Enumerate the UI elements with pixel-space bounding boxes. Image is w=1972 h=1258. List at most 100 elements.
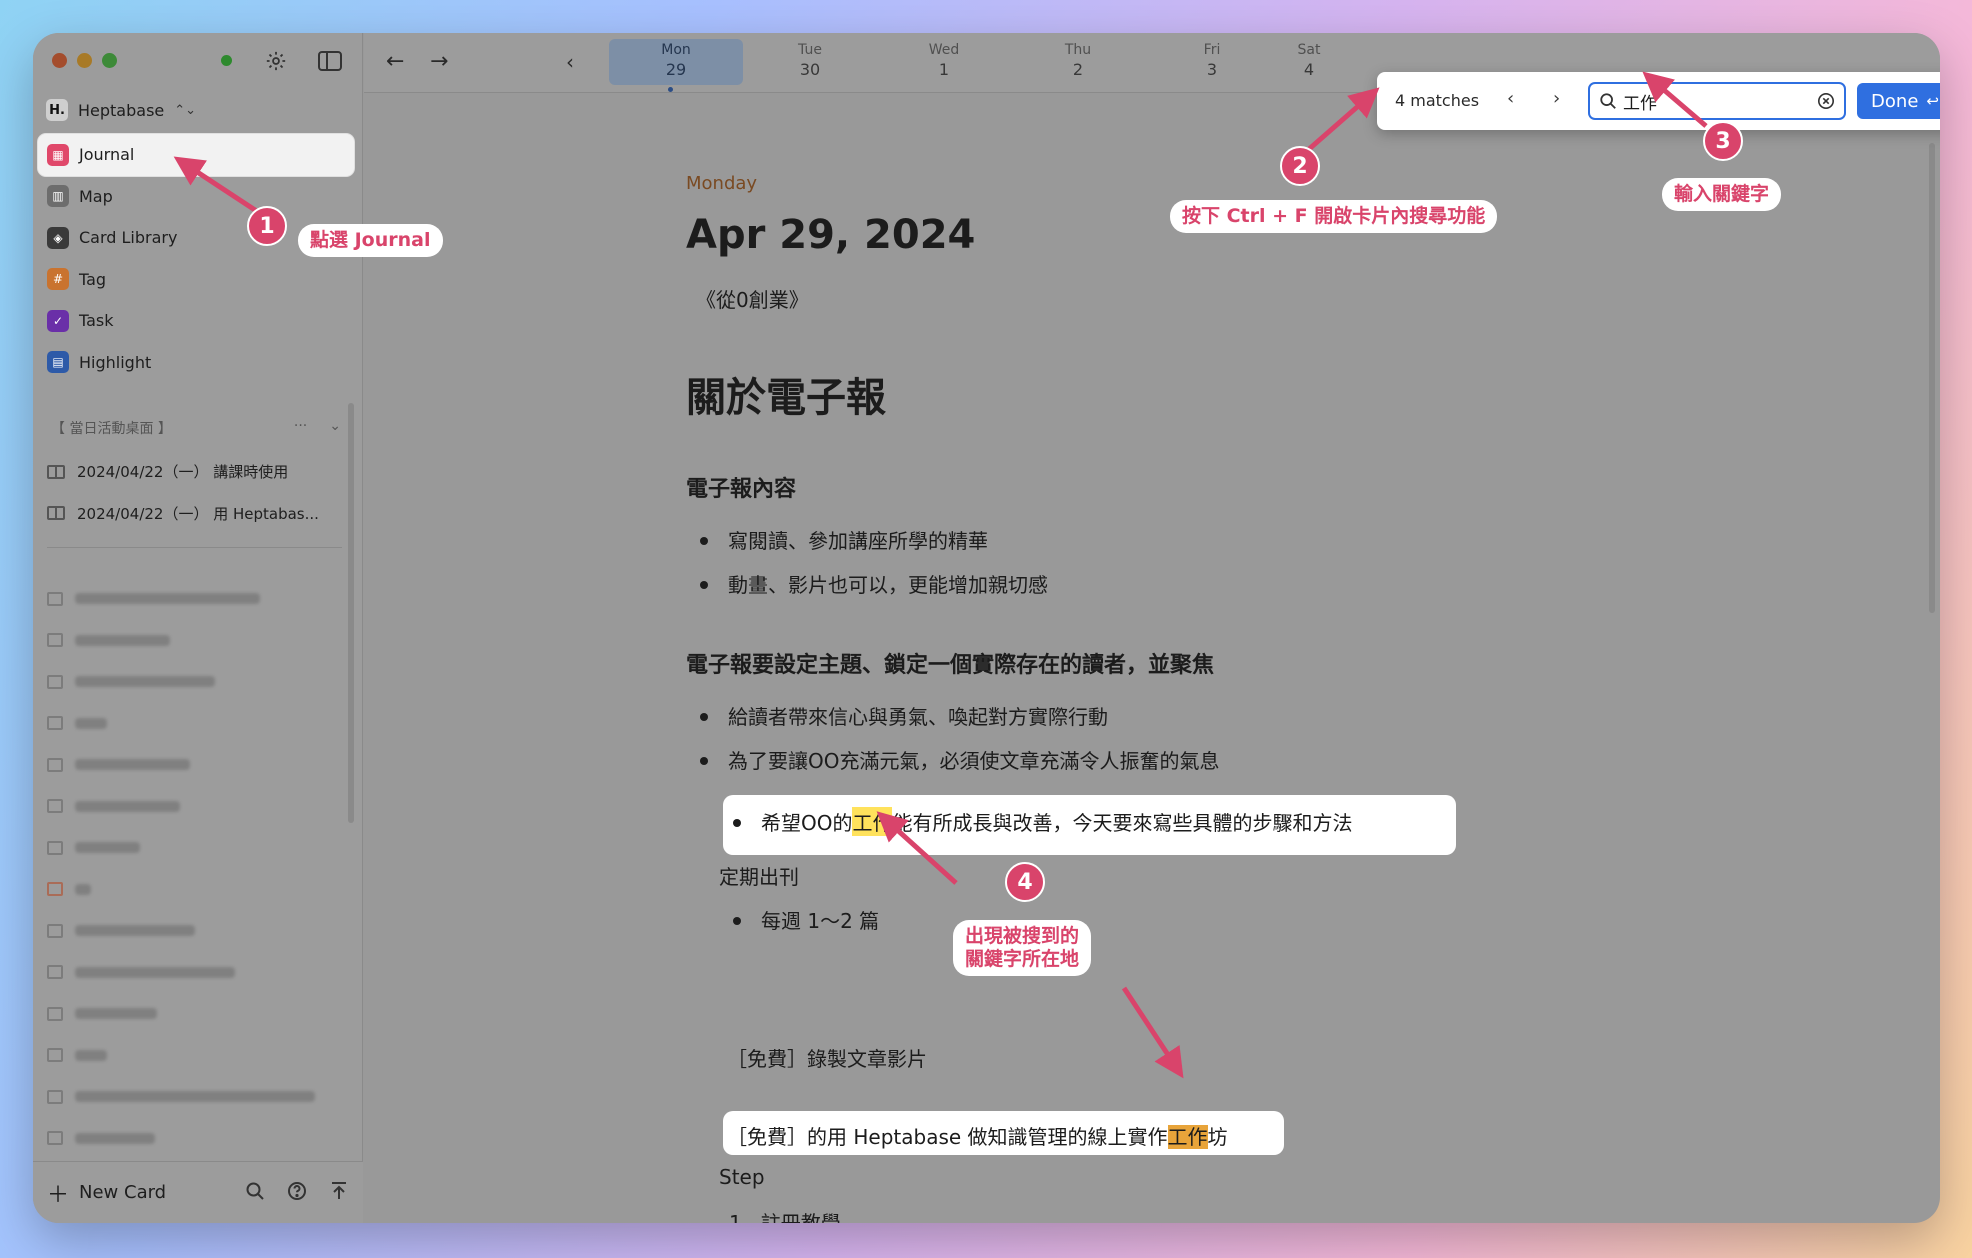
- search-icon[interactable]: [245, 1181, 265, 1205]
- pinned-cards: 2024/04/22（一） 講課時使用 2024/04/22（一） 用 Hept…: [47, 451, 347, 534]
- redacted-text: [75, 1008, 157, 1020]
- scroll-to-top-icon[interactable]: [329, 1181, 349, 1205]
- nav-item-task[interactable]: ✓ Task: [38, 300, 354, 342]
- list-item[interactable]: [47, 661, 347, 703]
- prev-week-chevron-icon[interactable]: ‹: [566, 50, 574, 74]
- day-name: Fri: [1203, 42, 1221, 58]
- day-thu[interactable]: Thu 2: [1011, 39, 1145, 85]
- annotation-line: 出現被搜到的: [965, 925, 1080, 947]
- doc-paragraph[interactable]: 《從0創業》: [696, 284, 1586, 313]
- list-item[interactable]: [47, 910, 347, 952]
- redacted-text: [75, 1049, 107, 1061]
- today-indicator: [668, 87, 673, 92]
- doc-heading-1[interactable]: 關於電子報: [686, 365, 1586, 423]
- bullet-item[interactable]: 每週 1～2 篇: [719, 905, 879, 934]
- bullet-item-with-match[interactable]: 希望OO的 工作 能有所成長與改善，今天要來寫些具體的步驟和方法: [719, 807, 1352, 836]
- pinned-card-item[interactable]: 2024/04/22（一） 講課時使用: [47, 451, 347, 493]
- list-item[interactable]: [47, 703, 347, 745]
- workspace-switcher[interactable]: H. Heptabase ⌃⌄: [46, 99, 196, 121]
- done-button[interactable]: Done ↩: [1857, 83, 1940, 119]
- search-match: 工作: [1167, 1125, 1208, 1149]
- bullet-item[interactable]: 寫閱讀、參加講座所學的精華: [686, 517, 1586, 561]
- nav-item-journal[interactable]: ▦ Journal: [38, 134, 354, 176]
- list-number: 1.: [729, 1211, 749, 1223]
- zoom-window-button[interactable]: [102, 53, 117, 68]
- day-wed[interactable]: Wed 1: [877, 39, 1011, 85]
- list-item[interactable]: [47, 786, 347, 828]
- card-icon: [47, 1006, 63, 1021]
- nav-item-tag[interactable]: # Tag: [38, 259, 354, 301]
- day-mon[interactable]: Mon 29: [609, 39, 743, 85]
- redacted-text: [75, 925, 195, 937]
- workspace-name: Heptabase: [78, 100, 165, 120]
- doc-heading-2[interactable]: 電子報內容: [686, 471, 1586, 503]
- list-item[interactable]: [47, 620, 347, 662]
- annotation-label-4: 出現被搜到的 關鍵字所在地: [953, 920, 1092, 976]
- back-arrow-icon[interactable]: ←: [386, 49, 404, 74]
- new-card-button[interactable]: ＋ New Card: [47, 1177, 166, 1209]
- text-segment: 坊: [1207, 1125, 1228, 1149]
- doc-paragraph[interactable]: Step: [719, 1165, 765, 1189]
- doc-paragraph[interactable]: 定期出刊: [719, 861, 799, 890]
- list-item[interactable]: [47, 827, 347, 869]
- day-fri[interactable]: Fri 3: [1145, 39, 1279, 85]
- doc-paragraph[interactable]: ［免費］錄製文章影片: [727, 1043, 927, 1072]
- bullet-item[interactable]: 為了要讓OO充滿元氣，必須使文章充滿令人振奮的氣息: [686, 737, 1586, 781]
- pinned-card-item[interactable]: 2024/04/22（一） 用 Heptabas...: [47, 493, 347, 535]
- find-input[interactable]: 工作: [1588, 82, 1846, 120]
- day-sat[interactable]: Sat 4: [1279, 39, 1339, 85]
- list-item[interactable]: [47, 1076, 347, 1118]
- more-options-icon[interactable]: ···: [294, 418, 307, 438]
- text-segment: 希望OO的: [761, 811, 853, 835]
- day-number: 1: [938, 60, 950, 79]
- nav-item-highlight[interactable]: ▤ Highlight: [38, 342, 354, 384]
- list-item[interactable]: [47, 869, 347, 911]
- main-scrollbar[interactable]: [1929, 143, 1935, 613]
- day-name: Mon: [661, 42, 691, 58]
- next-match-chevron-icon[interactable]: ›: [1553, 88, 1560, 109]
- list-item[interactable]: [47, 1118, 347, 1160]
- week-day-strip: Mon 29 Tue 30 Wed 1 Thu 2 Fri 3 Sat 4: [609, 39, 1339, 85]
- redacted-text: [75, 966, 235, 978]
- doc-paragraph-with-match[interactable]: ［免費］的用 Heptabase 做知識管理的線上實作工作坊: [727, 1121, 1228, 1150]
- annotation-badge-2: 2: [1280, 146, 1320, 186]
- redacted-text: [75, 593, 260, 605]
- list-item[interactable]: [47, 1035, 347, 1077]
- plus-icon: ＋: [47, 1182, 70, 1208]
- toggle-sidebar-icon[interactable]: [317, 48, 343, 74]
- clear-input-icon[interactable]: [1817, 92, 1835, 110]
- help-icon[interactable]: [287, 1181, 307, 1205]
- previous-match-chevron-icon[interactable]: ‹: [1507, 88, 1514, 109]
- card-icon: [47, 757, 63, 772]
- list-item[interactable]: [47, 578, 347, 620]
- redacted-text: [75, 759, 190, 771]
- return-key-icon: ↩: [1926, 92, 1939, 110]
- redacted-text: [75, 1132, 155, 1144]
- day-tue[interactable]: Tue 30: [743, 39, 877, 85]
- day-name: Thu: [1064, 42, 1092, 58]
- chevron-down-icon[interactable]: ⌄: [329, 418, 341, 438]
- list-item[interactable]: [47, 744, 347, 786]
- close-window-button[interactable]: [52, 53, 67, 68]
- numbered-item[interactable]: 1. 註冊教學: [729, 1207, 841, 1223]
- bullet-item[interactable]: 動畫、影片也可以，更能增加親切感: [686, 561, 1586, 605]
- journal-weekday: Monday: [686, 173, 758, 194]
- sync-status-indicator: [221, 55, 232, 66]
- sidebar-scrollbar[interactable]: [348, 403, 354, 823]
- annotation-badge-1: 1: [247, 206, 287, 246]
- minimize-window-button[interactable]: [77, 53, 92, 68]
- list-item[interactable]: [47, 993, 347, 1035]
- gear-icon[interactable]: [263, 48, 289, 74]
- layers-icon: ◈: [47, 226, 69, 249]
- text-segment: 能有所成長與改善，今天要來寫些具體的步驟和方法: [892, 811, 1353, 835]
- doc-heading-2[interactable]: 電子報要設定主題、鎖定一個實際存在的讀者，並聚焦: [686, 647, 1586, 679]
- list-item[interactable]: [47, 952, 347, 994]
- nav-item-map[interactable]: ▥ Map: [38, 176, 354, 218]
- match-count: 4 matches: [1395, 91, 1480, 110]
- whiteboard-section-header[interactable]: 【 當日活動桌面 】 ··· ⌄: [51, 418, 341, 438]
- bullet-list: 寫閱讀、參加講座所學的精華 動畫、影片也可以，更能增加親切感: [686, 517, 1586, 605]
- bullet-item[interactable]: 給讀者帶來信心與勇氣、喚起對方實際行動: [686, 693, 1586, 737]
- card-icon: [47, 840, 63, 855]
- forward-arrow-icon[interactable]: →: [430, 49, 448, 74]
- journal-document: Monday Apr 29, 2024 《從0創業》 關於電子報 電子報內容 寫…: [686, 173, 1586, 781]
